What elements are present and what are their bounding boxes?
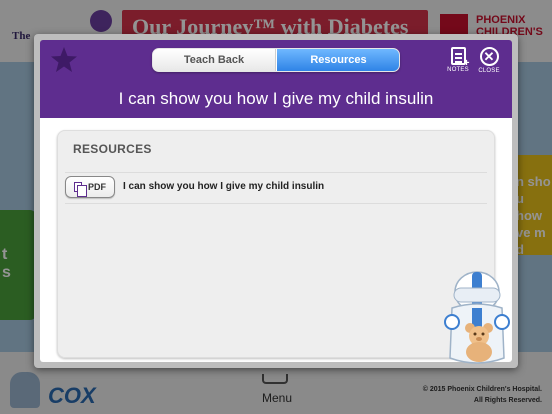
document-copy-icon (74, 182, 87, 197)
tab-teach-back[interactable]: Teach Back (153, 49, 276, 71)
modal-title: I can show you how I give my child insul… (118, 89, 434, 108)
list-item: PDF I can show you how I give my child i… (65, 174, 487, 202)
tab-switcher: Teach Back Resources (152, 48, 400, 72)
tab-resources[interactable]: Resources (277, 49, 399, 71)
notes-button[interactable]: NOTES (443, 47, 473, 73)
pdf-button[interactable]: PDF (65, 176, 115, 198)
star-icon[interactable] (50, 46, 78, 74)
close-label: CLOSE (478, 68, 500, 74)
resources-card: RESOURCES PDF I can show you how I give … (57, 130, 495, 358)
divider (65, 172, 487, 173)
pdf-button-label: PDF (88, 182, 106, 192)
notes-icon (450, 47, 469, 69)
resources-heading: RESOURCES (73, 142, 152, 156)
robot-bear-mascot-icon (444, 271, 510, 364)
divider (65, 203, 487, 204)
close-icon: ✕ (479, 47, 499, 66)
close-button[interactable]: ✕ CLOSE (474, 47, 504, 74)
resource-label: I can show you how I give my child insul… (123, 181, 325, 192)
